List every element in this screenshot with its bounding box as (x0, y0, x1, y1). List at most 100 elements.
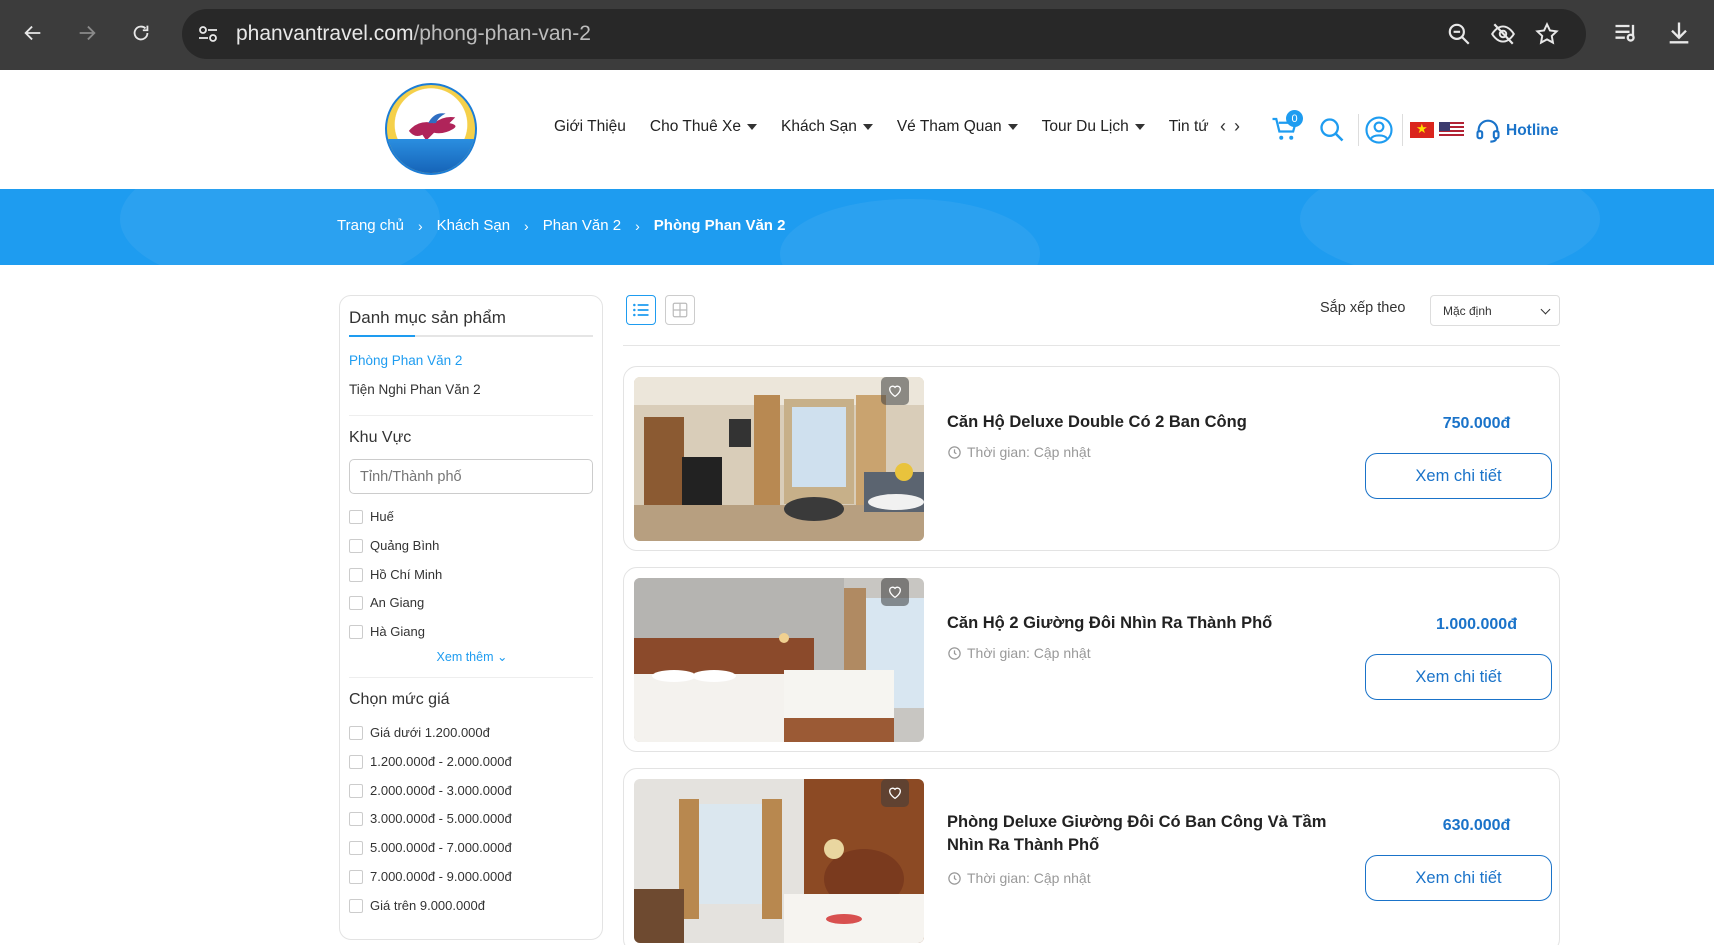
header-divider (1358, 114, 1359, 146)
option-label: 1.200.000đ - 2.000.000đ (370, 754, 512, 769)
company-logo[interactable] (385, 83, 477, 175)
province-search-input[interactable] (349, 459, 593, 494)
address-bar[interactable]: phanvantravel.com/phong-phan-van-2 (182, 9, 1586, 59)
view-detail-button[interactable]: Xem chi tiết (1365, 654, 1552, 700)
product-time-label: Thời gian: Cập nhật (967, 444, 1091, 460)
region-option-quang-binh[interactable]: Quảng Bình (349, 538, 439, 553)
checkbox[interactable] (349, 725, 363, 740)
menu-label: Giới Thiệu (554, 118, 626, 135)
region-option-an-giang[interactable]: An Giang (349, 595, 424, 610)
chevron-right-icon: › (635, 217, 640, 234)
category-link-tien-nghi[interactable]: Tiện Nghi Phan Văn 2 (349, 382, 481, 397)
price-option[interactable]: 7.000.000đ - 9.000.000đ (349, 869, 512, 884)
product-price: 1.000.000đ (1436, 616, 1517, 633)
user-account-icon[interactable] (1364, 115, 1394, 145)
menu-label: Khách Sạn (780, 118, 857, 135)
see-more-link[interactable]: Xem thêm ⌄ (340, 649, 604, 664)
price-option[interactable]: 1.200.000đ - 2.000.000đ (349, 754, 512, 769)
checkbox[interactable] (349, 869, 363, 884)
list-view-button[interactable] (626, 295, 656, 325)
header-divider (1402, 114, 1403, 146)
checkbox[interactable] (349, 624, 363, 639)
favorite-heart-icon[interactable] (881, 377, 909, 405)
breadcrumb-home[interactable]: Trang chủ (337, 217, 404, 234)
view-detail-button[interactable]: Xem chi tiết (1365, 453, 1552, 499)
price-option[interactable]: 3.000.000đ - 5.000.000đ (349, 811, 512, 826)
region-option-ha-giang[interactable]: Hà Giang (349, 624, 425, 639)
option-label: An Giang (370, 595, 425, 610)
favorite-heart-icon[interactable] (881, 578, 909, 606)
option-label: 7.000.000đ - 9.000.000đ (370, 869, 512, 884)
vietnam-flag-icon[interactable] (1410, 121, 1434, 138)
favorite-heart-icon[interactable] (881, 779, 909, 807)
grid-view-button[interactable] (665, 295, 695, 325)
site-header: Giới Thiệu Cho Thuê Xe Khách Sạn Vé Tham… (0, 70, 1714, 189)
category-link-phong-phan-van-2[interactable]: Phòng Phan Văn 2 (349, 353, 462, 368)
option-label: 5.000.000đ - 7.000.000đ (370, 840, 512, 855)
product-name[interactable]: Căn Hộ 2 Giường Đôi Nhìn Ra Thành Phố (947, 612, 1327, 635)
checkbox[interactable] (349, 811, 363, 826)
checkbox[interactable] (349, 595, 363, 610)
menu-item-cho-thue-xe[interactable]: Cho Thuê Xe (650, 118, 757, 136)
hotline-link[interactable]: Hotline (1506, 122, 1559, 140)
region-option-hue[interactable]: Huế (349, 509, 394, 524)
product-time: Thời gian: Cập nhật (947, 645, 1091, 661)
search-icon[interactable] (1318, 116, 1346, 144)
chevron-left-icon[interactable]: ‹ (1220, 116, 1226, 137)
main-menu: Giới Thiệu Cho Thuê Xe Khách Sạn Vé Tham… (554, 118, 1233, 136)
checkbox[interactable] (349, 754, 363, 769)
url-path: /phong-phan-van-2 (413, 22, 591, 45)
checkbox[interactable] (349, 783, 363, 798)
menu-item-gioi-thieu[interactable]: Giới Thiệu (554, 118, 626, 136)
product-time-label: Thời gian: Cập nhật (967, 645, 1091, 661)
sort-select[interactable]: Mặc định (1430, 295, 1560, 326)
zoom-icon[interactable] (1446, 21, 1472, 47)
view-detail-button[interactable]: Xem chi tiết (1365, 855, 1552, 901)
price-heading: Chọn mức giá (349, 691, 450, 708)
eye-off-icon[interactable] (1490, 21, 1516, 47)
site-settings-icon[interactable] (196, 22, 220, 46)
download-icon[interactable] (1665, 19, 1693, 47)
checkbox[interactable] (349, 840, 363, 855)
region-option-ho-chi-minh[interactable]: Hồ Chí Minh (349, 567, 442, 582)
option-label: 3.000.000đ - 5.000.000đ (370, 811, 512, 826)
chevron-right-icon[interactable]: › (1234, 116, 1240, 137)
option-label: Huế (370, 509, 394, 524)
reload-icon[interactable] (125, 17, 157, 49)
price-option[interactable]: Giá dưới 1.200.000đ (349, 725, 490, 740)
breadcrumb-banner: Trang chủ › Khách Sạn › Phan Văn 2 › Phò… (0, 189, 1714, 265)
menu-item-ve-tham-quan[interactable]: Vé Tham Quan (897, 118, 1018, 136)
forward-arrow-icon[interactable] (71, 17, 103, 49)
reading-list-icon[interactable] (1612, 19, 1640, 47)
checkbox[interactable] (349, 509, 363, 524)
url-text[interactable]: phanvantravel.com/phong-phan-van-2 (236, 22, 591, 46)
price-option[interactable]: 5.000.000đ - 7.000.000đ (349, 840, 512, 855)
price-option[interactable]: 2.000.000đ - 3.000.000đ (349, 783, 512, 798)
see-more-label: Xem thêm (436, 650, 494, 664)
caret-down-icon (746, 124, 757, 130)
checkbox[interactable] (349, 898, 363, 913)
breadcrumb-phan-van-2[interactable]: Phan Văn 2 (543, 217, 621, 234)
back-arrow-icon[interactable] (17, 17, 49, 49)
checkbox[interactable] (349, 567, 363, 582)
product-name[interactable]: Phòng Deluxe Giường Đôi Có Ban Công Và T… (947, 811, 1327, 857)
clock-icon (948, 871, 961, 885)
price-option[interactable]: Giá trên 9.000.000đ (349, 898, 485, 913)
menu-label: Tour Du Lịch (1041, 118, 1129, 135)
product-price: 630.000đ (1442, 817, 1511, 834)
list-icon (633, 303, 649, 317)
option-label: Hồ Chí Minh (370, 567, 443, 582)
menu-item-tour-du-lich[interactable]: Tour Du Lịch (1042, 118, 1145, 136)
product-name[interactable]: Căn Hộ Deluxe Double Có 2 Ban Công (947, 411, 1327, 434)
filter-sidebar: Danh mục sản phẩm Phòng Phan Văn 2 Tiện … (339, 295, 603, 940)
menu-label: Cho Thuê Xe (649, 118, 741, 135)
menu-item-tin-tuc[interactable]: Tin tứ (1169, 118, 1209, 136)
checkbox[interactable] (349, 538, 363, 553)
region-heading: Khu Vực (349, 429, 412, 446)
us-flag-icon[interactable] (1439, 122, 1464, 138)
menu-scroll-arrows: ‹ › (1220, 116, 1240, 137)
product-time: Thời gian: Cập nhật (947, 870, 1091, 886)
menu-item-khach-san[interactable]: Khách Sạn (781, 118, 873, 136)
breadcrumb-khach-san[interactable]: Khách Sạn (437, 217, 510, 234)
bookmark-star-icon[interactable] (1534, 21, 1560, 47)
